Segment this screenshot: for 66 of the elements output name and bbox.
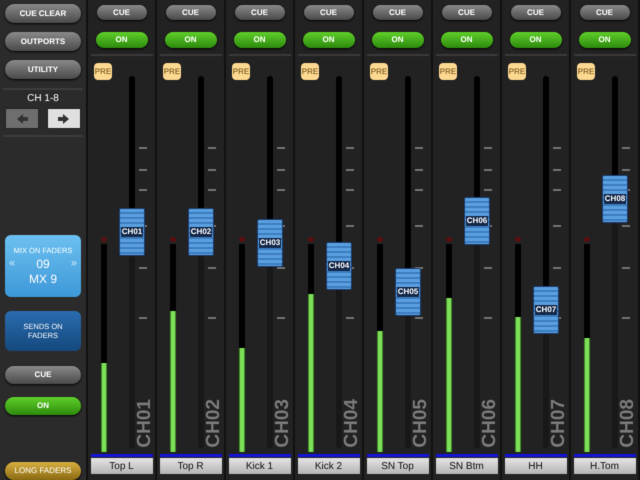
channel-id-label: CH08 (618, 399, 637, 448)
bank-label: CH 1-8 (27, 94, 59, 104)
channel-id-label: CH01 (135, 399, 154, 448)
channel-name[interactable]: Kick 2 (298, 458, 360, 474)
cue-button[interactable]: CUE (304, 5, 354, 20)
cue-button[interactable]: CUE (234, 5, 284, 20)
channel-id-label: CH05 (411, 399, 430, 448)
mix-number: 09 (36, 258, 50, 270)
channel-id-label: CH06 (480, 399, 499, 448)
peak-indicator (446, 237, 452, 242)
peak-indicator (170, 237, 176, 242)
mix-name: MX 9 (28, 272, 57, 285)
fader-label: CH02 (190, 227, 212, 238)
peak-indicator (308, 237, 314, 242)
peak-indicator (515, 237, 521, 242)
fader-handle[interactable]: CH02 (188, 208, 214, 256)
fader-label: CH05 (396, 286, 420, 297)
bank-next-button[interactable] (47, 108, 81, 129)
channel-name[interactable]: SN Btm (436, 458, 498, 474)
fader-label: CH01 (120, 227, 144, 238)
cue-button[interactable]: CUE (96, 5, 146, 20)
fader-handle[interactable]: CH05 (395, 268, 421, 316)
pre-badge[interactable]: PRE (370, 63, 388, 80)
cue-button[interactable]: CUE (510, 5, 560, 20)
fader-label: CH08 (604, 194, 626, 204)
peak-indicator (584, 237, 590, 242)
channel-id-label: CH04 (342, 399, 361, 448)
fader-label: CH04 (328, 260, 350, 271)
fader-handle[interactable]: CH03 (257, 219, 283, 268)
channel-id-label: CH07 (549, 399, 568, 448)
fader-handle[interactable]: CH01 (119, 208, 145, 256)
pre-badge[interactable]: PRE (301, 63, 319, 80)
channel-id-label: CH03 (273, 399, 292, 448)
fader-label: CH07 (534, 305, 558, 316)
cue-button[interactable]: CUE (166, 5, 216, 20)
pre-badge[interactable]: PRE (508, 63, 526, 80)
sidebar-button[interactable]: OUTPORTS (5, 32, 81, 51)
sidebar-button[interactable]: UTILITY (5, 60, 81, 79)
pre-badge[interactable]: PRE (163, 63, 181, 80)
fader-handle[interactable]: CH04 (326, 242, 352, 290)
peak-indicator (377, 237, 383, 242)
cue-button[interactable]: CUE (372, 5, 422, 20)
pre-badge[interactable]: PRE (232, 63, 250, 80)
fader-label: CH06 (466, 216, 488, 226)
long-faders-button[interactable]: LONG FADERS (5, 462, 81, 480)
fader-handle[interactable]: CH08 (602, 174, 628, 223)
channel-name[interactable]: H.Tom (574, 458, 636, 474)
pre-badge[interactable]: PRE (94, 63, 112, 80)
peak-indicator (101, 237, 107, 242)
bank-prev-button[interactable] (5, 108, 39, 129)
channel-name[interactable]: Top R (160, 458, 222, 474)
cue-button[interactable]: CUE (580, 5, 630, 20)
fader-handle[interactable]: CH07 (533, 286, 559, 334)
cue-button[interactable]: CUE (5, 366, 81, 384)
peak-indicator (239, 237, 245, 242)
pre-badge[interactable]: PRE (439, 63, 457, 80)
sidebar-button[interactable]: CUE CLEAR (5, 4, 81, 23)
channel-name[interactable]: Kick 1 (228, 458, 290, 474)
channel-id-label: CH02 (204, 399, 223, 448)
channel-name[interactable]: Top L (90, 458, 152, 474)
cue-button[interactable]: CUE (442, 5, 492, 20)
channel-name[interactable]: SN Top (366, 458, 428, 474)
pre-badge[interactable]: PRE (577, 63, 595, 80)
fader-label: CH03 (258, 238, 282, 248)
channel-name[interactable]: HH (504, 458, 566, 474)
fader-handle[interactable]: CH06 (464, 197, 490, 246)
